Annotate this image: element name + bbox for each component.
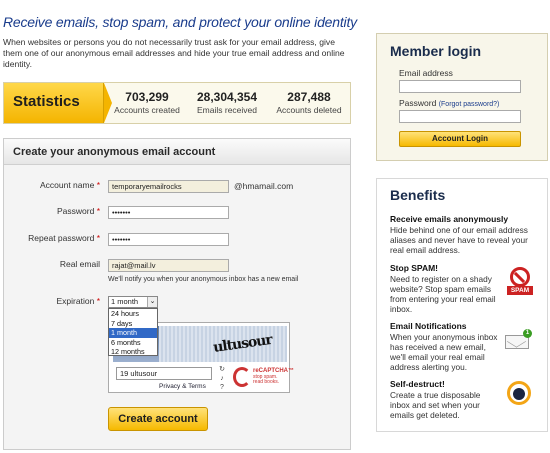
forgot-password-link[interactable]: (Forgot password?) bbox=[439, 101, 500, 108]
expiration-selected-value: 1 month bbox=[111, 297, 139, 306]
password-input[interactable]: ••••••• bbox=[108, 206, 229, 219]
statistics-bar: Statistics 703,299 Accounts created 28,3… bbox=[3, 82, 351, 124]
required-marker: * bbox=[96, 206, 100, 216]
recaptcha-ring-icon bbox=[233, 367, 251, 387]
create-account-button[interactable]: Create account bbox=[108, 407, 208, 431]
stat-label: Emails received bbox=[197, 105, 257, 115]
required-marker: * bbox=[96, 296, 100, 306]
statistics-label-box: Statistics bbox=[4, 83, 104, 123]
login-password-input[interactable] bbox=[399, 110, 521, 123]
captcha-word: ultusour bbox=[212, 331, 273, 357]
stat-accounts-deleted: 287,488 Accounts deleted bbox=[269, 90, 349, 115]
expiration-option[interactable]: 7 days bbox=[109, 319, 157, 329]
help-icon[interactable]: ? bbox=[216, 383, 228, 392]
account-name-label: Account name * bbox=[0, 180, 100, 190]
expiration-option[interactable]: 24 hours bbox=[109, 309, 157, 319]
repeat-password-input[interactable]: ••••••• bbox=[108, 233, 229, 246]
panel-title: Create your anonymous email account bbox=[13, 146, 216, 158]
captcha-privacy-link[interactable]: Privacy & Terms bbox=[159, 383, 206, 390]
refresh-icon[interactable]: ↻ bbox=[216, 365, 228, 374]
benefit-item: Email Notifications When your anonymous … bbox=[390, 321, 502, 372]
stat-label: Accounts deleted bbox=[276, 105, 342, 115]
login-email-input[interactable] bbox=[399, 80, 521, 93]
panel-header: Create your anonymous email account bbox=[4, 139, 350, 165]
password-label-text: Password bbox=[56, 206, 95, 216]
benefits-title: Benefits bbox=[390, 187, 446, 203]
benefit-title: Self-destruct! bbox=[390, 379, 445, 389]
notification-badge: 1 bbox=[523, 329, 532, 338]
stat-accounts-created: 703,299 Accounts created bbox=[107, 90, 187, 115]
account-login-button[interactable]: Account Login bbox=[399, 131, 521, 147]
real-email-input[interactable]: rajat@mail.lv bbox=[108, 259, 229, 272]
password-label: Password * bbox=[0, 206, 100, 216]
tagline: Receive emails, stop spam, and protect y… bbox=[3, 14, 357, 30]
expiration-option[interactable]: 6 months bbox=[109, 338, 157, 348]
captcha-image: ultusour bbox=[159, 326, 287, 362]
stat-value: 287,488 bbox=[287, 90, 331, 104]
spam-icon-label: SPAM bbox=[507, 286, 533, 295]
bomb-icon bbox=[507, 381, 533, 407]
required-marker: * bbox=[96, 180, 100, 190]
captcha-input[interactable]: 19 ultusour bbox=[116, 367, 212, 380]
recaptcha-slogan: stop spam. read books. bbox=[253, 374, 280, 385]
account-name-input[interactable]: temporaryemailrocks bbox=[108, 180, 229, 193]
benefit-item: Self-destruct! Create a true disposable … bbox=[390, 379, 502, 420]
benefit-text: Hide behind one of our email address ali… bbox=[390, 225, 528, 255]
audio-icon[interactable]: ♪ bbox=[216, 374, 228, 383]
recaptcha-logo: reCAPTCHA™ stop spam. read books. bbox=[233, 365, 294, 391]
captcha-controls: ↻ ♪ ? bbox=[216, 365, 228, 393]
benefit-title: Stop SPAM! bbox=[390, 263, 439, 273]
stat-label: Accounts created bbox=[114, 105, 180, 115]
login-password-label: Password (Forgot password?) bbox=[399, 98, 499, 108]
expiration-option[interactable]: 12 months bbox=[109, 347, 157, 357]
repeat-password-label: Repeat password * bbox=[0, 233, 100, 243]
benefits-panel: Benefits Receive emails anonymously Hide… bbox=[376, 178, 548, 432]
login-email-label: Email address bbox=[399, 68, 453, 78]
stat-value: 703,299 bbox=[125, 90, 169, 104]
login-title: Member login bbox=[390, 43, 482, 59]
benefit-text: Need to register on a shady website? Sto… bbox=[390, 274, 496, 314]
benefit-text: When your anonymous inbox has received a… bbox=[390, 332, 498, 372]
required-marker: * bbox=[96, 233, 100, 243]
expiration-label-text: Expiration bbox=[56, 296, 95, 306]
repeat-password-label-text: Repeat password bbox=[28, 233, 95, 243]
expiration-dropdown-list[interactable]: 24 hours 7 days 1 month 6 months 12 mont… bbox=[108, 308, 158, 356]
benefit-title: Receive emails anonymously bbox=[390, 214, 509, 224]
chevron-down-icon[interactable]: ⌄ bbox=[147, 297, 157, 307]
intro-text: When websites or persons you do not nece… bbox=[3, 37, 345, 69]
benefit-text: Create a true disposable inbox and set w… bbox=[390, 390, 481, 420]
stat-value: 28,304,354 bbox=[196, 90, 258, 104]
expiration-option-highlighted[interactable]: 1 month bbox=[109, 328, 157, 338]
expiration-select[interactable]: 1 month ⌄ bbox=[108, 296, 158, 308]
benefit-item: Stop SPAM! Need to register on a shady w… bbox=[390, 263, 502, 314]
no-spam-icon: SPAM bbox=[507, 267, 533, 295]
benefit-title: Email Notifications bbox=[390, 321, 467, 331]
login-password-label-text: Password bbox=[399, 98, 437, 108]
statistics-label: Statistics bbox=[13, 93, 80, 110]
real-email-label: Real email bbox=[0, 259, 100, 269]
email-domain: @hmamail.com bbox=[234, 181, 294, 191]
expiration-label: Expiration * bbox=[0, 296, 101, 306]
member-login-panel: Member login Email address Password (For… bbox=[376, 33, 548, 161]
bomb-ball bbox=[513, 388, 525, 400]
mail-notification-icon: 1 bbox=[505, 329, 533, 349]
benefit-item: Receive emails anonymously Hide behind o… bbox=[390, 214, 540, 255]
real-email-label-text: Real email bbox=[59, 259, 100, 269]
notify-note: We'll notify you when your anonymous inb… bbox=[108, 276, 299, 283]
account-name-label-text: Account name bbox=[39, 180, 95, 190]
stat-emails-received: 28,304,354 Emails received bbox=[187, 90, 267, 115]
